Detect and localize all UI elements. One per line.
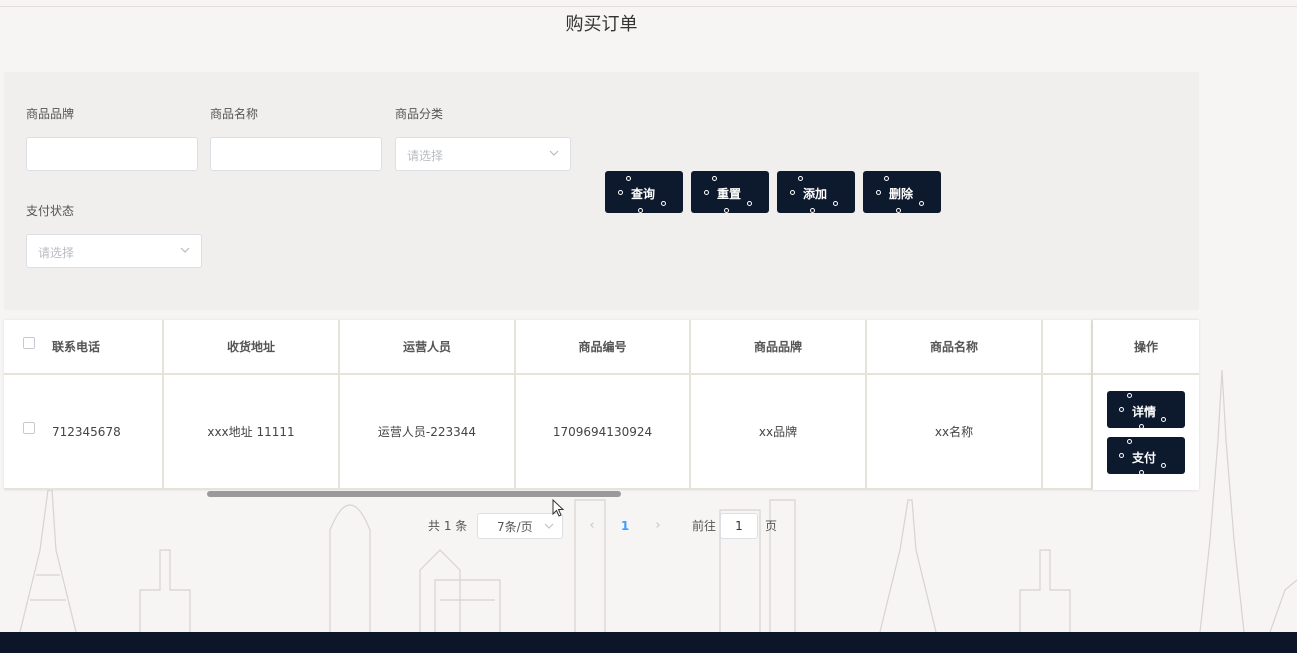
header-phone: 联系电话	[4, 320, 164, 375]
cell-phone: 712345678	[52, 425, 121, 439]
brand-input[interactable]	[26, 137, 198, 171]
detail-button[interactable]: 详情	[1107, 391, 1185, 429]
table-horizontal-scrollbar[interactable]	[207, 491, 621, 497]
top-divider	[0, 6, 1297, 7]
delete-button[interactable]: 删除	[863, 171, 941, 213]
next-page-icon[interactable]: ›	[648, 513, 668, 539]
cell-hidden-col	[1043, 375, 1093, 490]
pagination-total: 共 1 条	[428, 519, 468, 533]
orders-table: 联系电话 收货地址 运营人员 商品编号 商品品牌 商品名称 712345678 …	[4, 320, 1199, 490]
cell-brand: xx品牌	[691, 375, 867, 490]
reset-button-label: 重置	[717, 187, 742, 201]
pay-button-label: 支付	[1132, 451, 1157, 465]
goto-label: 前往	[692, 519, 717, 533]
pay-status-label: 支付状态	[26, 204, 75, 218]
page-suffix: 页	[765, 519, 778, 533]
header-product-no: 商品编号	[516, 320, 691, 375]
query-button-label: 查询	[631, 187, 656, 201]
header-name: 商品名称	[867, 320, 1043, 375]
header-hidden-col	[1043, 320, 1093, 375]
pay-button[interactable]: 支付	[1107, 437, 1185, 475]
detail-button-label: 详情	[1132, 405, 1157, 419]
category-placeholder: 请选择	[407, 149, 444, 163]
header-brand: 商品品牌	[691, 320, 867, 375]
reset-button[interactable]: 重置	[691, 171, 769, 213]
header-operator: 运营人员	[340, 320, 516, 375]
category-label: 商品分类	[395, 107, 444, 121]
query-button[interactable]: 查询	[605, 171, 683, 213]
table-row: 712345678	[4, 375, 164, 490]
goto-page-input[interactable]: 1	[720, 513, 758, 539]
prev-page-icon[interactable]: ‹	[582, 513, 602, 539]
cell-operator: 运营人员-223344	[340, 375, 516, 490]
add-button-label: 添加	[803, 187, 828, 201]
cell-address: xxx地址 11111	[164, 375, 340, 490]
current-page[interactable]: 1	[612, 513, 638, 539]
pay-status-select[interactable]: 请选择	[26, 234, 202, 268]
add-button[interactable]: 添加	[777, 171, 855, 213]
page-size-value: 7条/页	[497, 520, 533, 534]
operation-column: 操作 详情 支付	[1093, 320, 1199, 490]
pay-status-placeholder: 请选择	[38, 246, 75, 260]
chevron-down-icon	[180, 247, 190, 253]
page-size-select[interactable]: 7条/页	[477, 513, 563, 539]
select-all-checkbox[interactable]	[23, 337, 35, 349]
page-title: 购买订单	[565, 14, 638, 35]
header-address: 收货地址	[164, 320, 340, 375]
name-label: 商品名称	[210, 107, 259, 121]
header-operation: 操作	[1093, 320, 1199, 375]
row-checkbox[interactable]	[23, 422, 35, 434]
chevron-down-icon	[549, 150, 559, 156]
filter-panel: 商品品牌 商品名称 商品分类 请选择 支付状态 请选择	[4, 72, 1199, 310]
cell-product-no: 1709694130924	[516, 375, 691, 490]
footer-bar	[0, 632, 1297, 653]
brand-label: 商品品牌	[26, 107, 75, 121]
delete-button-label: 删除	[889, 187, 914, 201]
cell-name: xx名称	[867, 375, 1043, 490]
mouse-cursor-icon	[552, 499, 565, 517]
chevron-down-icon	[544, 523, 554, 529]
category-select[interactable]: 请选择	[395, 137, 571, 171]
name-input[interactable]	[210, 137, 382, 171]
